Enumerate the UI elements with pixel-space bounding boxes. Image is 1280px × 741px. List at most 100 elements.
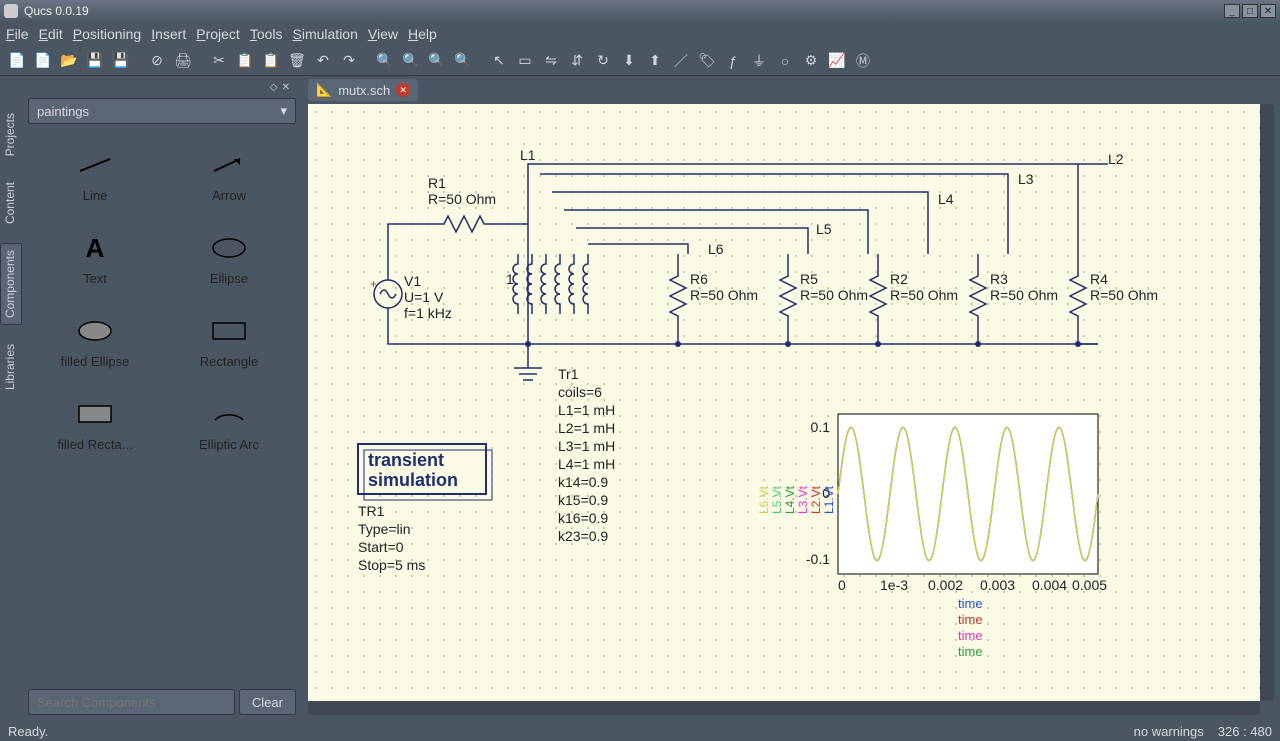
svg-text:k23=0.9: k23=0.9 (558, 528, 608, 544)
palette-filled-ellipse[interactable]: filled Ellipse (28, 304, 162, 387)
cut-icon[interactable]: ✂ (208, 50, 230, 72)
svg-text:L4: L4 (938, 191, 954, 207)
menu-positioning[interactable]: Positioning (73, 26, 142, 42)
svg-text:k15=0.9: k15=0.9 (558, 492, 608, 508)
svg-text:L2=1 mH: L2=1 mH (558, 420, 615, 436)
svg-text:0: 0 (838, 577, 846, 593)
palette-rectangle[interactable]: Rectangle (162, 304, 296, 387)
svg-text:L2: L2 (1108, 151, 1124, 167)
side-tab-content[interactable]: Content (0, 175, 22, 231)
port-icon[interactable]: ○ (774, 50, 796, 72)
side-tab-projects[interactable]: Projects (0, 106, 22, 163)
vertical-scrollbar[interactable] (1260, 104, 1274, 701)
new-icon[interactable]: 📄 (6, 50, 28, 72)
svg-text:Type=lin: Type=lin (358, 521, 411, 537)
redo-icon[interactable]: ↷ (338, 50, 360, 72)
clear-button[interactable]: Clear (239, 689, 296, 715)
panel-close-icon[interactable]: ✕ (282, 82, 290, 98)
horizontal-scrollbar[interactable] (308, 701, 1260, 715)
delete-icon[interactable]: 🗑 (286, 50, 308, 72)
tab-label: mutx.sch (338, 83, 390, 98)
search-input[interactable] (28, 689, 235, 715)
palette-line[interactable]: Line (28, 138, 162, 221)
svg-text:0.005: 0.005 (1072, 577, 1107, 593)
svg-text:U=1 V: U=1 V (404, 289, 444, 305)
svg-text:transient: transient (368, 450, 444, 470)
save-all-icon[interactable]: 💾 (110, 50, 132, 72)
svg-text:R=50 Ohm: R=50 Ohm (990, 287, 1058, 303)
side-tab-components[interactable]: Components (0, 243, 22, 325)
simulate-icon[interactable]: ⚙ (800, 50, 822, 72)
menu-file[interactable]: File (6, 26, 29, 42)
filled-ellipse-icon (75, 316, 115, 346)
svg-text:1: 1 (506, 271, 514, 287)
svg-text:L1=1 mH: L1=1 mH (558, 402, 615, 418)
svg-text:TR1: TR1 (358, 503, 385, 519)
svg-text:V1: V1 (404, 273, 421, 289)
svg-text:time: time (958, 596, 983, 611)
menu-help[interactable]: Help (408, 26, 437, 42)
paste-icon[interactable]: 📋 (260, 50, 282, 72)
svg-text:-0.1: -0.1 (806, 551, 830, 567)
move-up-icon[interactable]: ⬆ (644, 50, 666, 72)
palette-ellipse[interactable]: Ellipse (162, 221, 296, 304)
palette-text[interactable]: A Text (28, 221, 162, 304)
open-icon[interactable]: 📂 (58, 50, 80, 72)
svg-text:L5: L5 (816, 221, 832, 237)
sim-box[interactable]: transient simulation TR1 Type=lin Start=… (358, 444, 492, 573)
equation-icon[interactable]: ƒ (722, 50, 744, 72)
rectangle-icon (209, 316, 249, 346)
menu-edit[interactable]: Edit (39, 26, 63, 42)
results-icon[interactable]: 📈 (826, 50, 848, 72)
menu-insert[interactable]: Insert (151, 26, 186, 42)
res-group: R6 R=50 Ohm R5 R=50 Ohm R2 R=50 Ohm (670, 264, 1158, 344)
tab-close-icon[interactable]: ✕ (396, 83, 410, 97)
svg-text:R=50 Ohm: R=50 Ohm (690, 287, 758, 303)
zoom-fit-icon[interactable]: 🔍 (374, 50, 396, 72)
wire-icon[interactable]: ／ (670, 50, 692, 72)
label-icon[interactable]: 🏷 (696, 50, 718, 72)
side-tab-libraries[interactable]: Libraries (0, 337, 22, 397)
status-ready: Ready. (8, 724, 48, 739)
main-area: Projects Content Components Libraries ◇ … (0, 76, 1280, 721)
zoom-out-icon[interactable]: 🔍 (452, 50, 474, 72)
minimize-button[interactable]: _ (1224, 4, 1240, 18)
zoom-actual-icon[interactable]: 🔍 (400, 50, 422, 72)
palette-arrow[interactable]: Arrow (162, 138, 296, 221)
select-icon[interactable]: ↖ (488, 50, 510, 72)
menu-tools[interactable]: Tools (250, 26, 283, 42)
print-icon[interactable]: 🖨 (172, 50, 194, 72)
svg-text:time: time (958, 644, 983, 659)
move-down-icon[interactable]: ⬇ (618, 50, 640, 72)
palette-filled-rectangle[interactable]: filled Recta... (28, 387, 162, 470)
svg-text:time: time (958, 628, 983, 643)
ground-icon[interactable]: ⏚ (748, 50, 770, 72)
mirror-v-icon[interactable]: ⇵ (566, 50, 588, 72)
tab-mutx[interactable]: 📐 mutx.sch ✕ (308, 79, 418, 101)
menu-view[interactable]: View (368, 26, 398, 42)
maximize-button[interactable]: □ (1242, 4, 1258, 18)
new-doc-icon[interactable]: 📄 (32, 50, 54, 72)
rotate-icon[interactable]: ↻ (592, 50, 614, 72)
svg-text:0.002: 0.002 (928, 577, 963, 593)
misc-icon[interactable]: Ⓜ (852, 50, 874, 72)
close-button[interactable]: ✕ (1260, 4, 1276, 18)
copy-icon[interactable]: 📋 (234, 50, 256, 72)
svg-text:R=50 Ohm: R=50 Ohm (800, 287, 868, 303)
insert-component-icon[interactable]: ▭ (514, 50, 536, 72)
mirror-h-icon[interactable]: ⇋ (540, 50, 562, 72)
plot[interactable]: 0.1 0 -0.1 0 1e-3 0.002 0.003 0.004 0.00… (806, 414, 1107, 659)
palette-elliptic-arc[interactable]: Elliptic Arc (162, 387, 296, 470)
category-dropdown[interactable]: paintings (28, 98, 296, 124)
svg-text:R=50 Ohm: R=50 Ohm (890, 287, 958, 303)
panel-undock-icon[interactable]: ◇ (270, 82, 278, 98)
close-file-icon[interactable]: ⊘ (146, 50, 168, 72)
zoom-in-icon[interactable]: 🔍 (426, 50, 448, 72)
undo-icon[interactable]: ↶ (312, 50, 334, 72)
svg-text:L1: L1 (520, 147, 536, 163)
menu-simulation[interactable]: Simulation (293, 26, 358, 42)
menu-project[interactable]: Project (196, 26, 240, 42)
schematic-svg: V1 U=1 V f=1 kHz + R1 R=50 Ohm (308, 104, 1248, 701)
save-icon[interactable]: 💾 (84, 50, 106, 72)
schematic-canvas[interactable]: V1 U=1 V f=1 kHz + R1 R=50 Ohm (308, 104, 1260, 701)
